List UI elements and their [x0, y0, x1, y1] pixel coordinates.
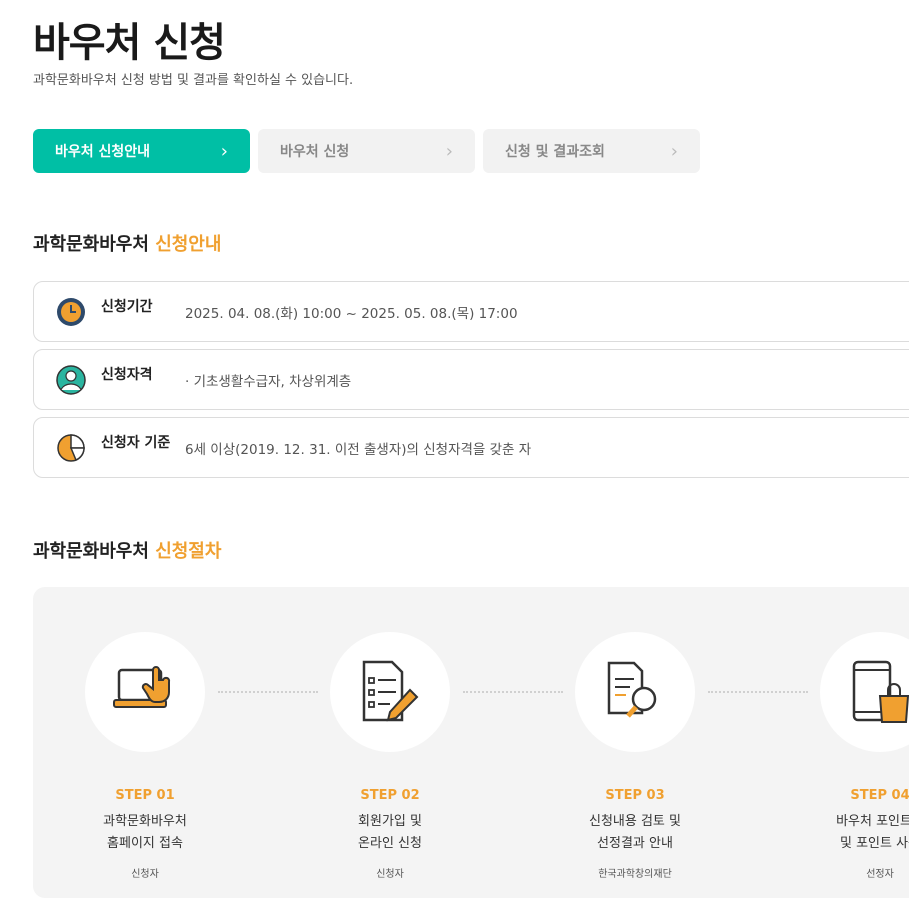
mobile-shopping-icon — [852, 660, 909, 723]
chevron-right-icon: › — [670, 140, 678, 162]
procedure-section-title: 과학문화바우처 신청절차 — [33, 537, 221, 563]
info-row-eligibility: 신청자격 · 기초생활수급자, 차상위계층 — [33, 349, 909, 410]
section-title-text: 과학문화바우처 — [33, 541, 156, 562]
page-subtitle: 과학문화바우처 신청 방법 및 결과를 확인하실 수 있습니다. — [33, 73, 354, 88]
info-row-criteria: 신청자 기준 6세 이상(2019. 12. 31. 이전 출생자)의 신청자격… — [33, 417, 909, 478]
info-label: 신청자 기준 — [101, 434, 171, 451]
step-number: STEP 01 — [115, 788, 175, 803]
user-icon — [56, 364, 86, 395]
tab-voucher-apply[interactable]: 바우처 신청 › — [258, 129, 475, 173]
tab-voucher-guide[interactable]: 바우처 신청안내 › — [33, 129, 250, 173]
step-item: STEP 04 바우처 포인트몰 및 포인트 사용 선정자 — [780, 632, 909, 880]
info-value: · 기초생활수급자, 차상위계층 — [185, 373, 352, 390]
step-item: STEP 02 회원가입 및 온라인 신청 신청자 — [290, 632, 490, 880]
step-description: 과학문화바우처 홈페이지 접속 — [103, 814, 187, 851]
step-actor: 신청자 — [131, 869, 159, 880]
guide-section-title: 과학문화바우처 신청안내 — [33, 230, 221, 256]
tab-result-lookup[interactable]: 신청 및 결과조회 › — [483, 129, 700, 173]
tab-label: 신청 및 결과조회 — [505, 144, 605, 160]
step-number: STEP 03 — [605, 788, 665, 803]
pie-chart-icon — [57, 433, 85, 462]
info-value: 2025. 04. 08.(화) 10:00 ~ 2025. 05. 08.(목… — [185, 305, 518, 322]
section-title-highlight: 신청안내 — [155, 234, 222, 255]
step-description: 회원가입 및 온라인 신청 — [358, 814, 422, 851]
clock-icon — [57, 297, 85, 326]
document-search-icon — [607, 661, 657, 718]
tab-bar: 바우처 신청안내 › 바우처 신청 › 신청 및 결과조회 › — [33, 129, 700, 173]
guide-info-list: 신청기간 2025. 04. 08.(화) 10:00 ~ 2025. 05. … — [33, 281, 909, 485]
info-row-period: 신청기간 2025. 04. 08.(화) 10:00 ~ 2025. 05. … — [33, 281, 909, 342]
procedure-steps-box: STEP 01 과학문화바우처 홈페이지 접속 신청자 STEP 02 회원가입… — [33, 587, 909, 898]
step-description: 신청내용 검토 및 선정결과 안내 — [589, 814, 681, 851]
step-description: 바우처 포인트몰 및 포인트 사용 — [836, 814, 909, 851]
laptop-icon — [113, 666, 171, 708]
step-icon-circle — [820, 632, 909, 752]
step-icon-circle — [330, 632, 450, 752]
step-item: STEP 01 과학문화바우처 홈페이지 접속 신청자 — [45, 632, 245, 880]
tab-label: 바우처 신청 — [280, 144, 350, 160]
tab-label: 바우처 신청안내 — [55, 144, 151, 160]
info-label: 신청자격 — [101, 366, 153, 383]
page-title: 바우처 신청 — [33, 20, 226, 66]
step-number: STEP 04 — [850, 788, 909, 803]
info-label: 신청기간 — [101, 298, 153, 315]
step-number: STEP 02 — [360, 788, 420, 803]
step-actor: 선정자 — [866, 869, 894, 880]
step-item: STEP 03 신청내용 검토 및 선정결과 안내 한국과학창의재단 — [535, 632, 735, 880]
section-title-text: 과학문화바우처 — [33, 234, 156, 255]
step-actor: 신청자 — [376, 869, 404, 880]
chevron-right-icon: › — [445, 140, 453, 162]
form-pencil-icon — [362, 660, 419, 722]
info-value: 6세 이상(2019. 12. 31. 이전 출생자)의 신청자격을 갖춘 자 — [185, 441, 532, 458]
section-title-highlight: 신청절차 — [155, 541, 222, 562]
step-actor: 한국과학창의재단 — [598, 869, 672, 880]
step-icon-circle — [85, 632, 205, 752]
step-icon-circle — [575, 632, 695, 752]
chevron-right-icon: › — [220, 140, 228, 162]
